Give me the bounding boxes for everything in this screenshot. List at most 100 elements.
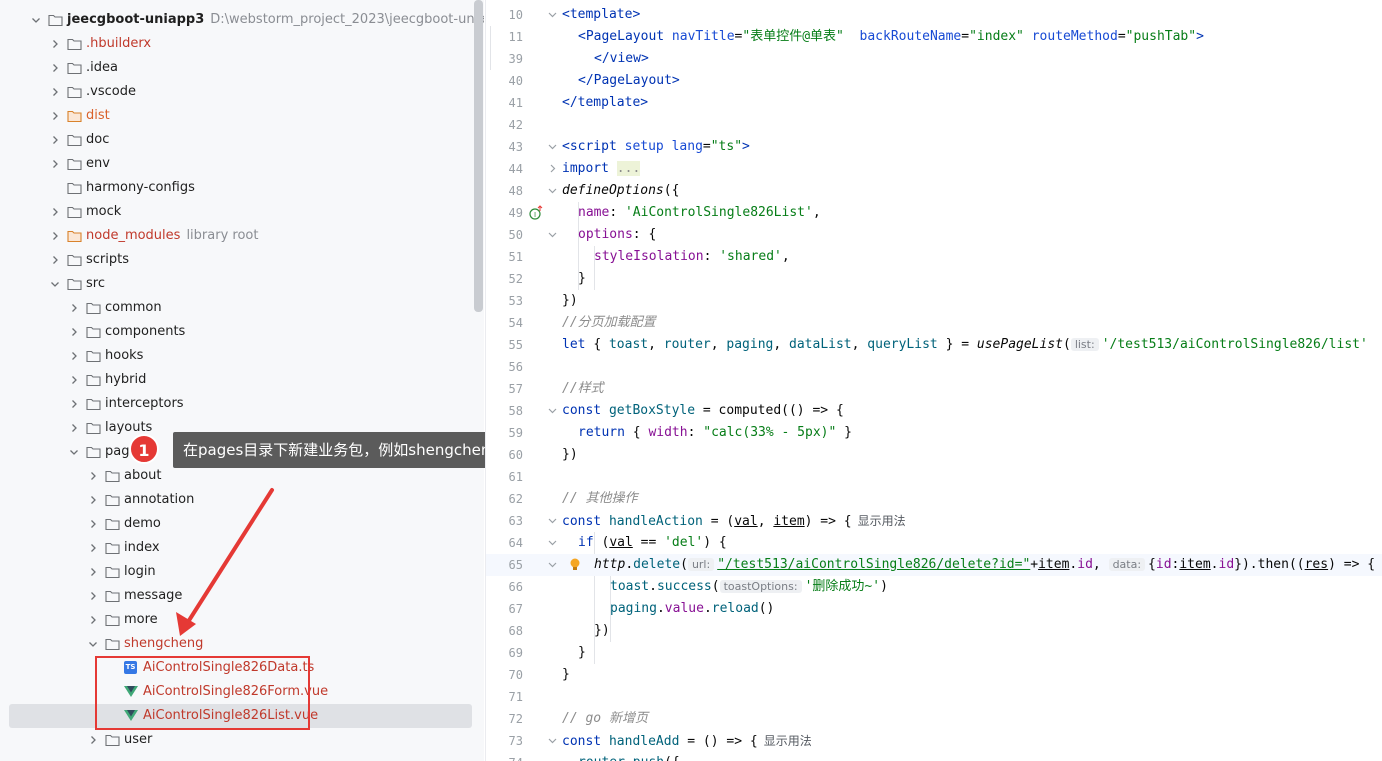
chevron-right-icon[interactable] — [49, 158, 61, 170]
code-line[interactable]: 73 const handleAdd = () => {显示用法 — [486, 730, 1382, 752]
tree-item-hybrid[interactable]: hybrid — [0, 368, 484, 392]
code-line[interactable]: 51 styleIsolation: 'shared', — [486, 246, 1382, 268]
fold-chevron-down-icon[interactable] — [547, 9, 558, 20]
tree-item-hooks[interactable]: hooks — [0, 344, 484, 368]
tree-item-env[interactable]: env — [0, 152, 484, 176]
code-line[interactable]: 59 return { width: "calc(33% - 5px)" } — [486, 422, 1382, 444]
tree-item-mock[interactable]: mock — [0, 200, 484, 224]
tree-item-login[interactable]: login — [0, 560, 484, 584]
code-editor[interactable]: 10 <template> 11 <PageLayout navTitle = "表单控件… — [485, 0, 1382, 761]
code-line[interactable]: 74 router.push({ — [486, 752, 1382, 761]
chevron-down-icon[interactable] — [87, 638, 99, 650]
tree-item-annotation[interactable]: annotation — [0, 488, 484, 512]
chevron-right-icon[interactable] — [49, 110, 61, 122]
code-line[interactable]: 54 //分页加载配置 — [486, 312, 1382, 334]
chevron-right-icon[interactable] — [87, 494, 99, 506]
code-line[interactable]: 65 http.delete(url: "/test513/aiControlSin… — [486, 554, 1382, 576]
chevron-right-icon[interactable] — [87, 518, 99, 530]
chevron-right-icon[interactable] — [49, 134, 61, 146]
chevron-down-icon[interactable] — [30, 14, 42, 26]
tree-item-jeecgboot-uniapp3[interactable]: jeecgboot-uniapp3 D:\webstorm_project_202… — [0, 8, 484, 32]
tree-scrollbar[interactable] — [474, 0, 483, 312]
chevron-right-icon[interactable] — [68, 398, 80, 410]
fold-chevron-down-icon[interactable] — [547, 185, 558, 196]
chevron-right-icon[interactable] — [49, 254, 61, 266]
code-line[interactable]: 55 let { toast, router, paging, dataList,… — [486, 334, 1382, 356]
tree-item-hbuilderx[interactable]: .hbuilderx — [0, 32, 484, 56]
show-usages-link[interactable]: 显示用法 — [764, 734, 812, 748]
code-line[interactable]: 11 <PageLayout navTitle = "表单控件@单表" backRou… — [486, 26, 1382, 48]
chevron-right-icon[interactable] — [87, 542, 99, 554]
code-line[interactable]: 69} — [486, 642, 1382, 664]
chevron-right-icon[interactable] — [68, 302, 80, 314]
fold-chevron-down-icon[interactable] — [547, 515, 558, 526]
chevron-right-icon[interactable] — [87, 614, 99, 626]
chevron-right-icon[interactable] — [49, 206, 61, 218]
tree-item-idea[interactable]: .idea — [0, 56, 484, 80]
lightbulb-icon[interactable] — [568, 557, 582, 573]
code-line[interactable]: 64 if (val == 'del') { — [486, 532, 1382, 554]
code-line[interactable]: 40 </PageLayout> — [486, 70, 1382, 92]
code-line[interactable]: 68}) — [486, 620, 1382, 642]
chevron-down-icon[interactable] — [49, 278, 61, 290]
code-line[interactable]: 49 Iname: 'AiControlSingle826List', — [486, 202, 1382, 224]
chevron-right-icon[interactable] — [68, 374, 80, 386]
code-line[interactable]: 43 <script setup lang="ts"> — [486, 136, 1382, 158]
code-line[interactable]: 50 options: { — [486, 224, 1382, 246]
code-line[interactable]: 61 — [486, 466, 1382, 488]
fold-chevron-down-icon[interactable] — [547, 405, 558, 416]
tree-item-src[interactable]: src — [0, 272, 484, 296]
tree-item-shengcheng[interactable]: shengcheng — [0, 632, 484, 656]
tree-item-components[interactable]: components — [0, 320, 484, 344]
code-line[interactable]: 39 </view> — [486, 48, 1382, 70]
tree-item-message[interactable]: message — [0, 584, 484, 608]
chevron-right-icon[interactable] — [68, 350, 80, 362]
code-line[interactable]: 66 toast.success(toastOptions: '删除成功~') — [486, 576, 1382, 598]
code-line[interactable]: 57 //样式 — [486, 378, 1382, 400]
chevron-down-icon[interactable] — [68, 446, 80, 458]
code-line[interactable]: 72 // go 新增页 — [486, 708, 1382, 730]
code-line[interactable]: 60}) — [486, 444, 1382, 466]
tree-item-user[interactable]: user — [0, 728, 484, 752]
code-line[interactable]: 62 // 其他操作 — [486, 488, 1382, 510]
code-line[interactable]: 53}) — [486, 290, 1382, 312]
code-line[interactable]: 56 — [486, 356, 1382, 378]
code-line[interactable]: 42 — [486, 114, 1382, 136]
tree-item-node-modules[interactable]: node_modules library root — [0, 224, 484, 248]
tree-item-demo[interactable]: demo — [0, 512, 484, 536]
tree-item-doc[interactable]: doc — [0, 128, 484, 152]
chevron-right-icon[interactable] — [68, 326, 80, 338]
tree-item-more[interactable]: more — [0, 608, 484, 632]
fold-chevron-down-icon[interactable] — [547, 735, 558, 746]
fold-chevron-down-icon[interactable] — [547, 537, 558, 548]
tree-item-index[interactable]: index — [0, 536, 484, 560]
code-line[interactable]: 52} — [486, 268, 1382, 290]
code-line[interactable]: 67 paging.value.reload() — [486, 598, 1382, 620]
code-line[interactable]: 48 defineOptions({ — [486, 180, 1382, 202]
code-line[interactable]: 70} — [486, 664, 1382, 686]
show-usages-link[interactable]: 显示用法 — [858, 514, 906, 528]
implements-gutter-icon[interactable]: I — [529, 205, 543, 221]
code-line[interactable]: 58 const getBoxStyle = computed(() => { — [486, 400, 1382, 422]
code-line[interactable]: 41 </template> — [486, 92, 1382, 114]
fold-chevron-right-icon[interactable] — [547, 163, 558, 174]
code-line[interactable]: 63 const handleAction = (val, item) => {显… — [486, 510, 1382, 532]
code-line[interactable]: 71 — [486, 686, 1382, 708]
chevron-right-icon[interactable] — [87, 470, 99, 482]
tree-item-scripts[interactable]: scripts — [0, 248, 484, 272]
chevron-right-icon[interactable] — [49, 62, 61, 74]
code-line[interactable]: 10 <template> — [486, 4, 1382, 26]
chevron-right-icon[interactable] — [49, 86, 61, 98]
chevron-right-icon[interactable] — [49, 230, 61, 242]
tree-item-vscode[interactable]: .vscode — [0, 80, 484, 104]
chevron-right-icon[interactable] — [87, 734, 99, 746]
tree-item-dist[interactable]: dist — [0, 104, 484, 128]
fold-chevron-down-icon[interactable] — [547, 559, 558, 570]
chevron-right-icon[interactable] — [68, 422, 80, 434]
tree-item-harmony-configs[interactable]: harmony-configs — [0, 176, 484, 200]
tree-item-common[interactable]: common — [0, 296, 484, 320]
chevron-right-icon[interactable] — [87, 590, 99, 602]
fold-chevron-down-icon[interactable] — [547, 141, 558, 152]
chevron-right-icon[interactable] — [49, 38, 61, 50]
tree-item-interceptors[interactable]: interceptors — [0, 392, 484, 416]
